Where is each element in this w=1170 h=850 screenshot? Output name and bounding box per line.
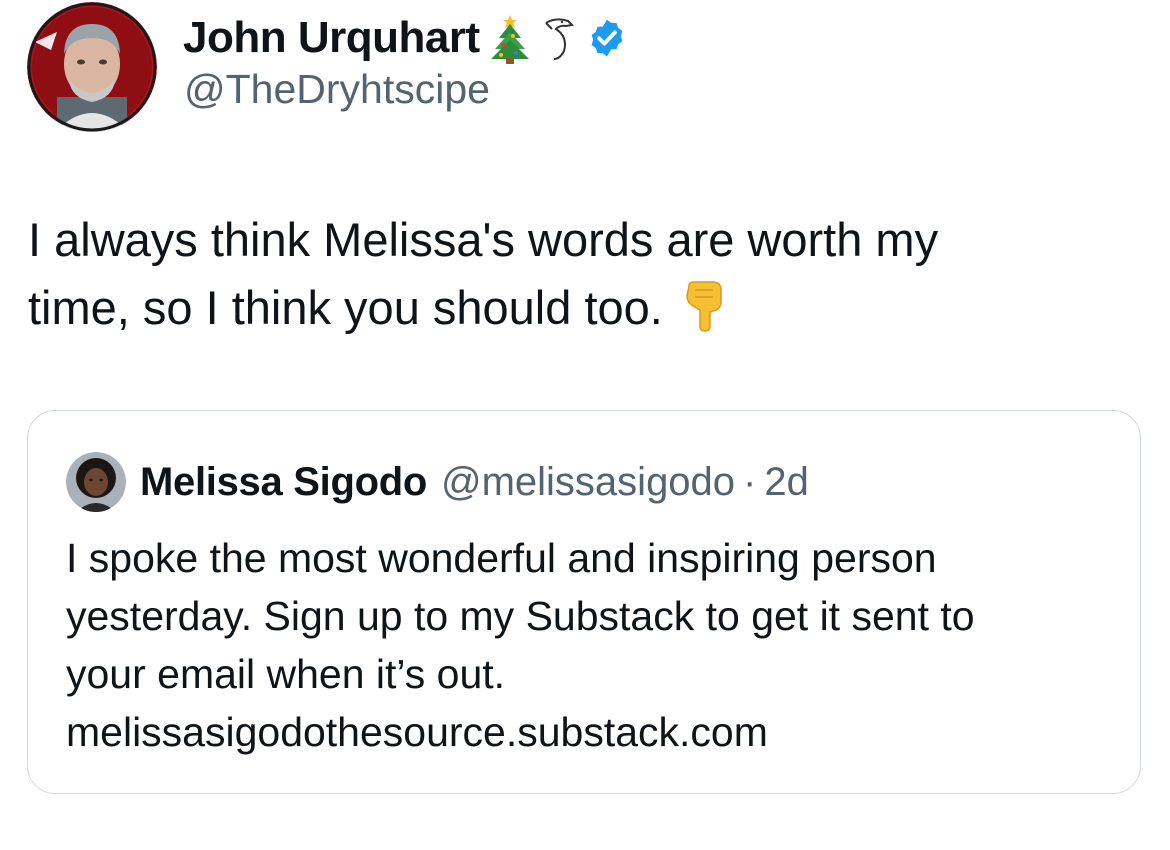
author-name[interactable]: John Urquhart: [183, 13, 480, 63]
quoted-text-line: your email when it’s out.: [66, 651, 506, 697]
quoted-author-name[interactable]: Melissa Sigodo: [140, 460, 427, 505]
author-handle[interactable]: @TheDryhtscipe: [184, 66, 490, 113]
pointing-down-hand-icon: [683, 280, 727, 350]
tweet-text-line: time, so I think you should too.: [28, 274, 1138, 350]
author-name-row: John Urquhart: [183, 8, 628, 68]
quoted-author-handle[interactable]: @melissasigodo: [441, 460, 735, 505]
christmas-tree-icon: [490, 12, 530, 64]
quoted-tweet-timestamp[interactable]: 2d: [764, 460, 809, 505]
quoted-tweet-header: Melissa Sigodo @melissasigodo · 2d: [66, 451, 809, 513]
verified-badge-icon[interactable]: [586, 17, 628, 59]
separator-dot: ·: [743, 459, 757, 504]
quoted-tweet-card[interactable]: Melissa Sigodo @melissasigodo · 2d I spo…: [27, 410, 1141, 794]
swan-icon: [540, 15, 576, 61]
quoted-text-link: melissasigodothesource.substack.com: [66, 709, 768, 755]
quoted-tweet-text: I spoke the most wonderful and inspiring…: [66, 529, 1106, 761]
quoted-text-line: I spoke the most wonderful and inspiring…: [66, 535, 937, 581]
quoted-text-line: yesterday. Sign up to my Substack to get…: [66, 593, 975, 639]
quoted-author-avatar[interactable]: [66, 452, 126, 512]
tweet-text: I always think Melissa's words are worth…: [28, 206, 1138, 350]
author-avatar[interactable]: [27, 2, 157, 132]
tweet-text-line: I always think Melissa's words are worth…: [28, 213, 939, 266]
